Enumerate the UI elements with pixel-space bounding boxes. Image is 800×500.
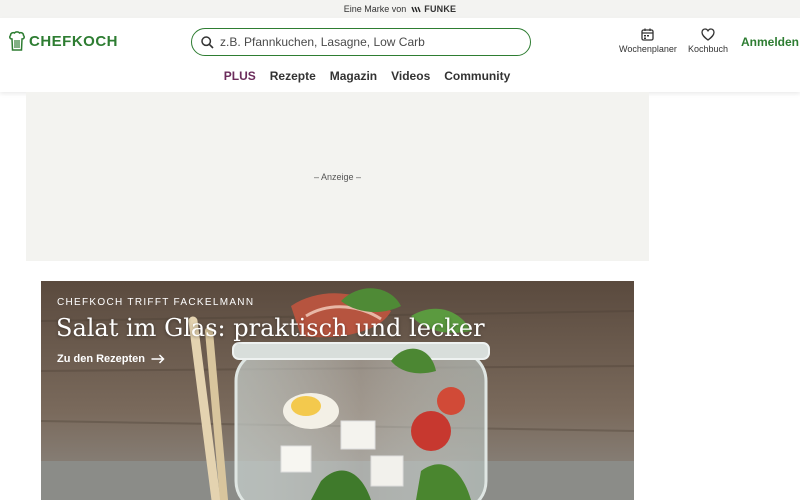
- login-link[interactable]: Anmelden: [741, 35, 799, 49]
- hero-cta-label: Zu den Rezepten: [57, 353, 146, 365]
- brand-strip: Eine Marke von FUNKE: [0, 0, 800, 18]
- nav-item-rezepte[interactable]: Rezepte: [270, 69, 316, 83]
- nav-item-community[interactable]: Community: [444, 69, 510, 83]
- hero-cta-link[interactable]: Zu den Rezepten: [57, 353, 165, 365]
- search-input[interactable]: [220, 35, 520, 49]
- calendar-icon: [641, 28, 655, 41]
- arrow-right-icon: [151, 354, 165, 364]
- main-nav: PLUS Rezepte Magazin Videos Community: [0, 69, 800, 83]
- search-icon: [201, 35, 214, 49]
- nav-item-plus[interactable]: PLUS: [224, 69, 256, 83]
- chef-hat-icon: [9, 31, 25, 51]
- search-bar[interactable]: [191, 28, 531, 56]
- wochenplaner-label: Wochenplaner: [619, 44, 677, 54]
- chefkoch-logo[interactable]: CHEFKOCH: [9, 31, 118, 51]
- hero-title: Salat im Glas: praktisch und lecker: [56, 314, 485, 342]
- kochbuch-label: Kochbuch: [688, 44, 729, 54]
- site-header: CHEFKOCH Wochenplaner Kochbuch Anmelden …: [0, 18, 800, 92]
- hero-teaser[interactable]: CHEFKOCH TRIFFT FACKELMANN Salat im Glas…: [41, 281, 634, 500]
- funke-label: FUNKE: [424, 4, 457, 14]
- nav-item-magazin[interactable]: Magazin: [330, 69, 377, 83]
- wochenplaner-button[interactable]: Wochenplaner: [619, 28, 677, 54]
- kochbuch-button[interactable]: Kochbuch: [688, 28, 728, 54]
- ad-slot: – Anzeige –: [26, 92, 649, 261]
- logo-text: CHEFKOCH: [29, 32, 118, 50]
- funke-logo[interactable]: FUNKE: [411, 4, 456, 14]
- funke-icon: [411, 6, 421, 12]
- heart-icon: [701, 28, 715, 41]
- nav-item-videos[interactable]: Videos: [391, 69, 430, 83]
- brand-strip-text: Eine Marke von: [343, 4, 407, 14]
- ad-label: – Anzeige –: [313, 171, 362, 182]
- hero-kicker: CHEFKOCH TRIFFT FACKELMANN: [57, 297, 255, 308]
